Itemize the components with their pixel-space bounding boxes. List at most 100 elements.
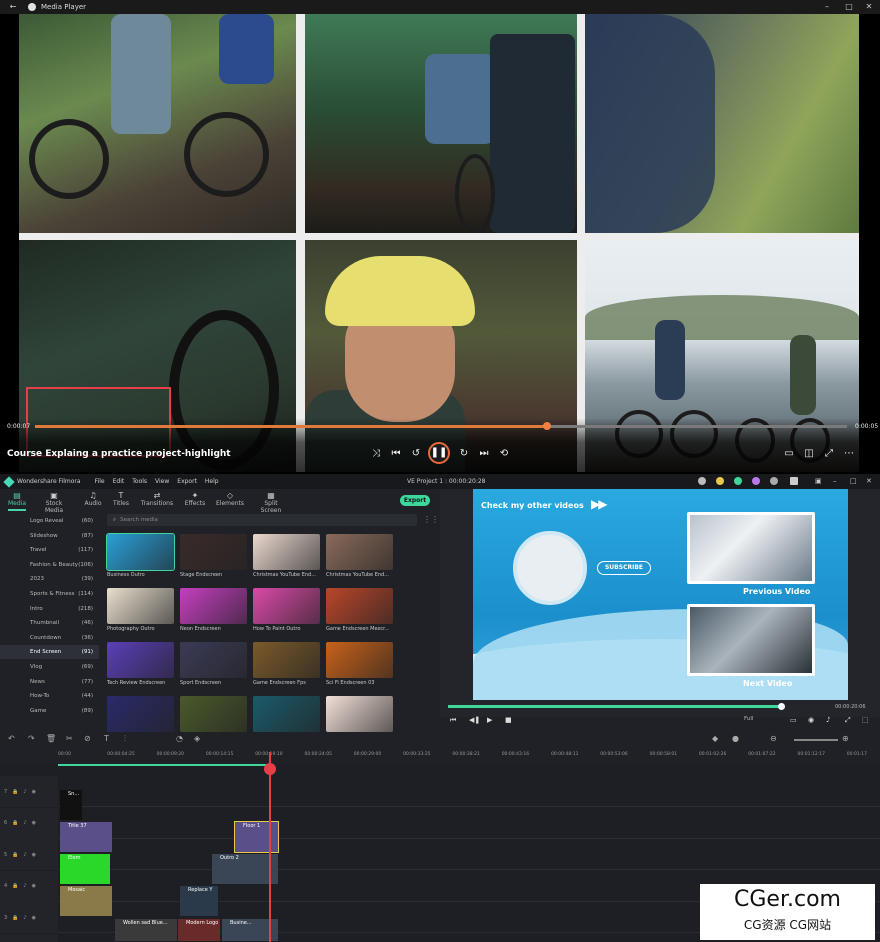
visibility-icon[interactable]: ◉ [32,852,36,858]
cast-icon[interactable]: ◫ [802,447,816,461]
keyframe-icon[interactable]: ◈ [194,734,200,743]
cloud-icon[interactable] [698,477,706,485]
lock-icon[interactable]: 🔒 [12,883,18,889]
media-tile[interactable]: Christmas YouTube End... [326,534,393,578]
rewind-icon[interactable]: ↺ [409,447,423,461]
visibility-icon[interactable]: ◉ [32,915,36,921]
media-tile[interactable]: Business Outro [106,533,175,578]
fullscreen-icon[interactable]: ⤢ [822,447,836,461]
playhead-knob[interactable] [264,763,276,775]
visibility-icon[interactable]: ◉ [32,789,36,795]
timeline-clip[interactable]: Replace Y [180,886,218,916]
search-field[interactable]: ⌕ Search media [107,514,417,526]
timeline-clip[interactable]: Title 37 [60,822,112,852]
repeat-icon[interactable]: ⟲ [497,447,511,461]
tab-elements[interactable]: ◇ Elements [213,491,247,507]
media-tile[interactable]: Game Endscreen Mexcr... [326,588,393,632]
visibility-icon[interactable]: ◉ [32,820,36,826]
media-tile[interactable]: Tech Review Endscreen [107,642,174,686]
tab-transitions[interactable]: ⇄ Transitions [140,491,174,507]
timeline-clip[interactable]: Wollen sad Blue... [115,919,177,941]
lock-icon[interactable]: 🔒 [12,915,18,921]
minus-icon[interactable]: ⊖ [770,734,777,743]
tab-titles[interactable]: T Titles [104,491,138,507]
undo-icon[interactable]: ↶ [8,734,15,743]
audio-toggle-icon[interactable]: ♪ [23,852,26,858]
seek-bar[interactable] [35,422,847,430]
media-tile[interactable] [180,696,247,732]
category-item[interactable]: Thumbnail (46) [0,616,99,630]
minimize-icon[interactable]: – [833,477,841,485]
redo-icon[interactable]: ↷ [28,734,35,743]
quality-select[interactable]: Full [744,716,753,722]
lock-icon[interactable]: 🔒 [12,789,18,795]
category-item[interactable]: End Screen (91) [0,645,99,660]
tab-media[interactable]: ▤ Media [0,491,34,507]
zoom-slider[interactable] [794,739,838,741]
back-icon[interactable]: ← [8,2,18,12]
category-item[interactable]: Countdown (36) [0,631,99,645]
mic-icon[interactable]: ● [732,734,739,743]
visibility-icon[interactable]: ◉ [32,883,36,889]
audio-toggle-icon[interactable]: ♪ [23,820,26,826]
lock-icon[interactable]: 🔒 [12,820,18,826]
headset-icon[interactable] [734,477,742,485]
delete-icon[interactable]: 🗑 [46,734,56,743]
pause-button[interactable]: ❚❚ [428,442,450,464]
more-options-icon[interactable]: ⋯ [842,447,856,461]
category-item[interactable]: Slideshow (87) [0,529,99,543]
split-icon[interactable]: ⫶ [124,734,126,744]
stop-icon[interactable]: ■ [505,716,512,724]
avatar[interactable] [752,477,760,485]
cart-icon[interactable] [790,477,798,485]
media-tile[interactable] [107,696,174,732]
seek-knob[interactable] [542,422,551,430]
maximize-icon[interactable]: □ [850,477,858,485]
media-tile[interactable]: Christmas YouTube End... [253,534,320,578]
menu-export[interactable]: Export [177,478,197,485]
audio-toggle-icon[interactable]: ♪ [23,883,26,889]
media-tile[interactable]: Sci Fi Endscreen 03 [326,642,393,686]
media-tile[interactable]: Stage Endscreen [180,534,247,578]
lock-icon[interactable]: 🔒 [12,852,18,858]
text-icon[interactable]: T [104,734,109,743]
play-icon[interactable]: ▶ [487,716,492,724]
tab-stock-media[interactable]: ▣ Stock Media [37,491,71,514]
idea-icon[interactable] [716,477,724,485]
category-item[interactable]: News (77) [0,675,99,689]
close-icon[interactable]: ✕ [864,2,874,12]
frame-back-icon[interactable]: ◀❚ [469,716,480,724]
media-tile[interactable]: Photography Outro [107,588,174,632]
restore-icon[interactable]: ▣ [815,477,823,485]
snapshot-icon[interactable]: ◉ [808,716,814,724]
menu-view[interactable]: View [155,478,169,485]
minimize-icon[interactable]: – [822,2,832,12]
menu-edit[interactable]: Edit [113,478,125,485]
media-tile[interactable]: Neon Endscreen [180,588,247,632]
export-button[interactable]: Export [400,495,430,506]
tab-split-screen[interactable]: ▦ Split Screen [254,491,288,514]
category-item[interactable]: How-To (44) [0,689,99,703]
media-tile[interactable] [253,696,320,732]
timeline-clip[interactable]: Mosaic [60,886,112,916]
crop-icon[interactable]: ⊘ [84,734,91,743]
category-item[interactable]: Sports & Fitness (114) [0,587,99,601]
category-item[interactable]: Logo Reveal (60) [0,514,99,528]
category-item[interactable]: Vlog (69) [0,660,99,674]
timeline-clip[interactable]: Floor 1 [234,821,279,853]
playhead[interactable] [269,752,271,942]
speed-icon[interactable]: ◔ [176,734,183,743]
fullscreen-icon[interactable]: ⤢ [845,716,851,725]
preview-seek-bar[interactable] [448,705,780,708]
tab-effects[interactable]: ✦ Effects [178,491,212,507]
media-tile[interactable]: Sport Endscreen [180,642,247,686]
plus-icon[interactable]: ⊕ [842,734,849,743]
grid-view-icon[interactable]: ⋮⋮ [423,515,439,525]
expand-icon[interactable]: ⬚ [862,716,869,724]
media-tile[interactable]: How To Paint Outro [253,588,320,632]
menu-file[interactable]: File [95,478,105,485]
media-tile[interactable]: Game Endscreen Fps [253,642,320,686]
forward-icon[interactable]: ↻ [457,447,471,461]
close-icon[interactable]: ✕ [866,477,874,485]
category-item[interactable]: Fashion & Beauty (106) [0,558,99,572]
